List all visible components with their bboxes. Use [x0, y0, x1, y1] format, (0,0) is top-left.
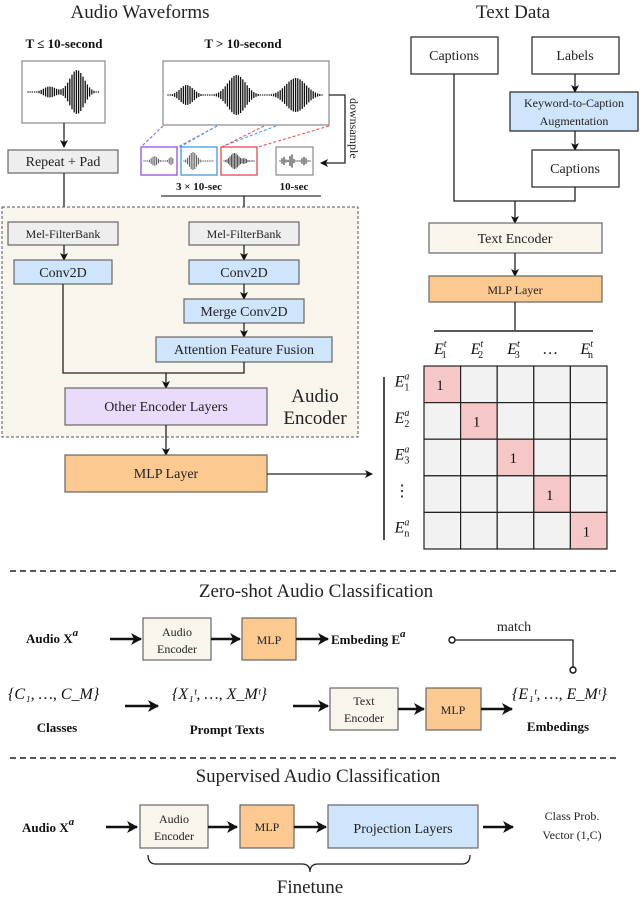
- text-mlp-layer-label: MLP Layer: [487, 283, 542, 297]
- matrix-cell: [423, 402, 462, 440]
- ten-sec-label: 10-sec: [280, 181, 309, 193]
- clap-architecture-diagram: Audio Waveforms T ≤ 10-second T > 10-sec…: [1, 2, 639, 898]
- matrix-cell: [460, 511, 498, 550]
- audio-encoder-label-line2: Encoder: [283, 408, 347, 429]
- zs-audio-input: Audio Xa: [26, 627, 79, 646]
- matrix-cell: [569, 402, 608, 440]
- captions2-label: Captions: [550, 162, 600, 177]
- other-encoder-layers-label: Other Encoder Layers: [104, 400, 228, 415]
- matrix-cell: [533, 511, 571, 550]
- matrix-diag-value: 1: [436, 378, 444, 394]
- matrix-row-header: ⋮: [394, 483, 410, 500]
- finetune-brace: [147, 854, 471, 873]
- matrix-row-header: Ea 2: [394, 408, 410, 430]
- downsample-label: downsample: [347, 98, 361, 159]
- matrix-diag-value: 1: [546, 488, 554, 504]
- matrix-diag-value: 1: [473, 415, 481, 431]
- matrix-row-header: Ea n: [394, 518, 410, 540]
- matrix-cell: [496, 402, 535, 440]
- matrix-diag-value: 1: [583, 524, 591, 540]
- zs-classes-label: Classes: [37, 720, 77, 735]
- keyword-to-caption-label-1: Keyword-to-Caption: [524, 96, 624, 110]
- chunk-2-box: [180, 146, 218, 176]
- matrix-cell: [423, 475, 462, 513]
- zs-embedding: Embeding Ea: [331, 628, 406, 647]
- attention-feature-fusion-label: Attention Feature Fusion: [174, 343, 314, 358]
- zeroshot-title: Zero-shot Audio Classification: [199, 581, 434, 602]
- matrix-col-header: …: [542, 341, 558, 358]
- matrix-col-header: Et n: [579, 339, 593, 361]
- matrix-cell: [569, 438, 608, 477]
- zs-embeddings-set: {E₁ᵗ, …, E_Mᵗ}: [512, 686, 607, 703]
- matrix-cell: [569, 475, 608, 513]
- projection-layers-label: Projection Layers: [353, 822, 452, 837]
- conv2d-left-label: Conv2D: [39, 266, 86, 281]
- text-encoder-label: Text Encoder: [478, 232, 553, 247]
- zs-text-encoder-label-1: Text: [353, 694, 375, 708]
- zs-audio-encoder-label-1: Audio: [162, 625, 192, 639]
- labels-label: Labels: [556, 49, 593, 64]
- zs-prompt-label: Prompt Texts: [190, 722, 265, 737]
- repeat-pad-label: Repeat + Pad: [26, 155, 101, 170]
- merge-conv2d-label: Merge Conv2D: [200, 305, 287, 320]
- sup-audio-encoder-label-2: Encoder: [154, 829, 194, 843]
- audio-mlp-layer-label: MLP Layer: [134, 467, 199, 482]
- long-audio-label: T > 10-second: [204, 36, 282, 51]
- matrix-cell: [423, 511, 462, 550]
- match-label: match: [497, 620, 531, 635]
- similarity-matrix: 1 1 1 1 1 Et 1 Et 2 Et 3 … Et n Ea 1 Ea 2 Ea 3 ⋮ Ea n: [394, 339, 608, 550]
- sup-audio-encoder-label-1: Audio: [159, 812, 189, 826]
- matrix-cell: [496, 365, 535, 404]
- matrix-row-header: Ea 1: [394, 371, 410, 393]
- matrix-row-header: Ea 3: [394, 445, 410, 467]
- matrix-col-header: Et 3: [506, 339, 520, 361]
- audio-encoder-label-line1: Audio: [291, 386, 339, 407]
- chunk-1-box: [140, 146, 178, 176]
- matrix-cell: [533, 402, 571, 440]
- zs-audio-encoder-label-2: Encoder: [157, 642, 197, 656]
- captions-label: Captions: [429, 49, 479, 64]
- zs-classes-set: {C₁, …, C_M}: [8, 686, 100, 703]
- matrix-cell: [496, 475, 535, 513]
- matrix-cell: [423, 438, 462, 477]
- sup-output-label-1: Class Prob.: [545, 809, 600, 823]
- matrix-cell: [533, 438, 571, 477]
- finetune-label: Finetune: [277, 877, 344, 898]
- zs-text-encoder-label-2: Encoder: [344, 711, 384, 725]
- supervised-title: Supervised Audio Classification: [196, 766, 441, 787]
- matrix-diag-value: 1: [509, 451, 517, 467]
- matrix-col-header: Et 2: [470, 339, 484, 361]
- sup-mlp-label: MLP: [255, 820, 280, 834]
- mel-filterbank-left-label: Mel-FilterBank: [26, 227, 101, 241]
- matrix-cell: [496, 511, 535, 550]
- matrix-cell: [460, 438, 498, 477]
- sup-output-label-2: Vector (1,C): [542, 828, 601, 842]
- matrix-cell: [569, 365, 608, 404]
- matrix-cell: [533, 365, 571, 404]
- zs-mlp-1-label: MLP: [257, 633, 282, 647]
- conv2d-right-label: Conv2D: [220, 266, 267, 281]
- zs-embeddings-label: Embedings: [527, 719, 589, 734]
- zs-mlp-2-label: MLP: [441, 703, 466, 717]
- audio-title: Audio Waveforms: [70, 2, 209, 23]
- sup-audio-input: Audio Xa: [22, 816, 75, 835]
- matrix-cell: [460, 475, 498, 513]
- keyword-to-caption-label-2: Augmentation: [540, 114, 609, 128]
- zs-prompt-set: {X₁ᵗ, …, X_Mᵗ}: [172, 686, 267, 703]
- matrix-cell: [460, 365, 498, 404]
- short-audio-label: T ≤ 10-second: [26, 36, 104, 51]
- text-title: Text Data: [476, 2, 551, 23]
- mel-filterbank-right-label: Mel-FilterBank: [207, 227, 282, 241]
- matrix-col-header: Et 1: [433, 339, 447, 361]
- chunks-label: 3 × 10-sec: [176, 181, 222, 193]
